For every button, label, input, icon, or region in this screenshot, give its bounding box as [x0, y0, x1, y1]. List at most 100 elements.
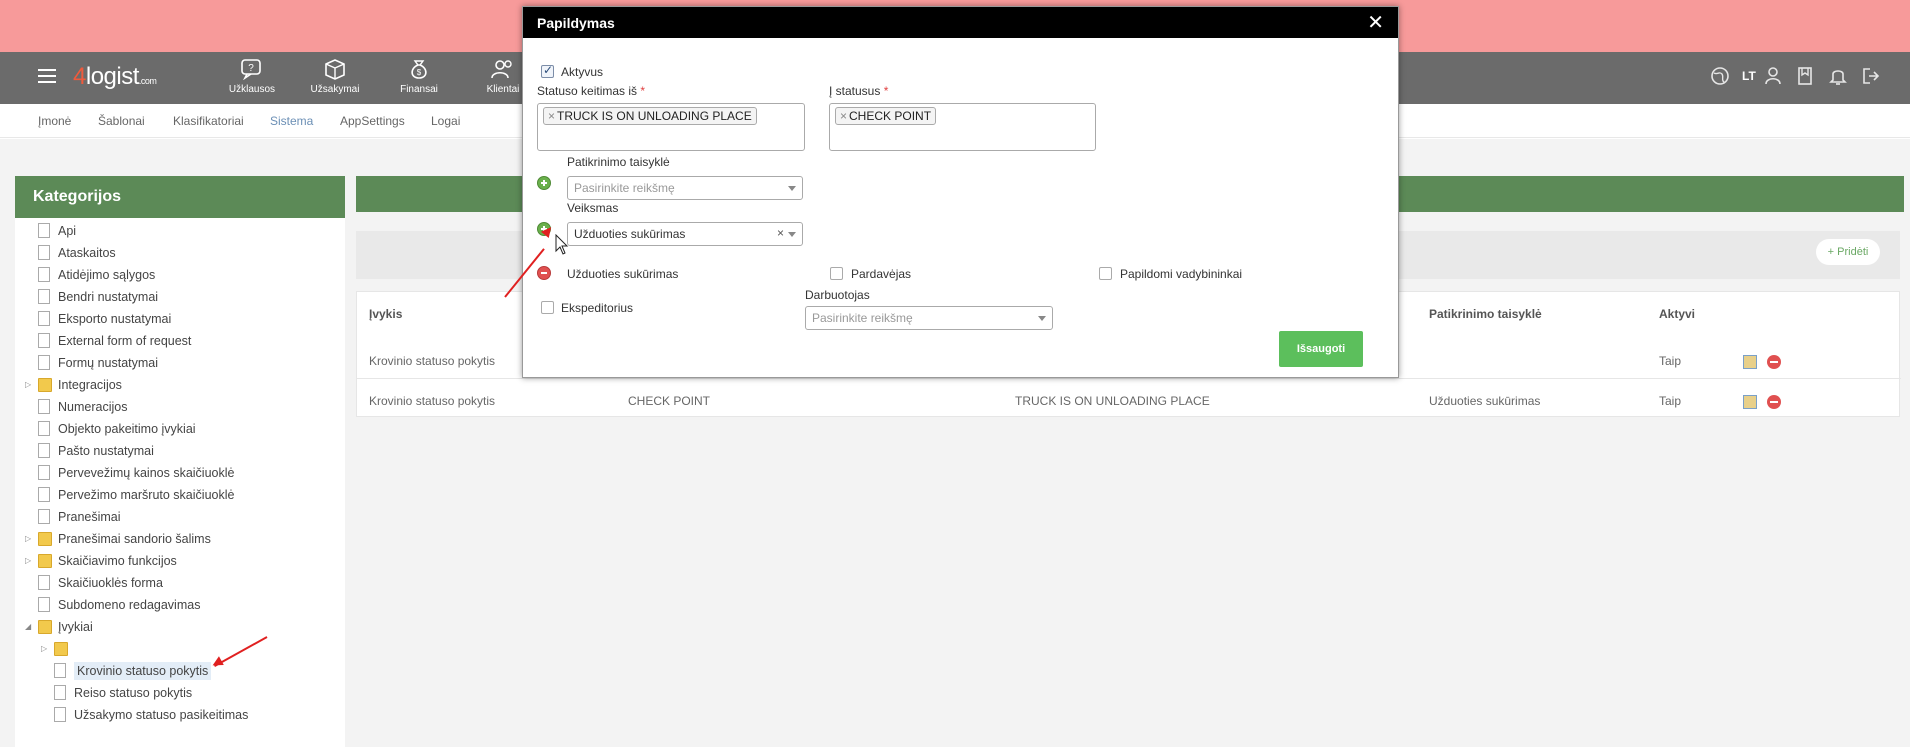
tree-item-krovinio-statuso[interactable]: Krovinio statuso pokytis [54, 660, 212, 682]
employee-select[interactable]: Pasirinkite reikšmę [805, 306, 1053, 330]
edit-icon[interactable] [1743, 395, 1757, 409]
users-icon [489, 58, 517, 82]
column-header-rule: Patikrinimo taisyklė [1429, 307, 1542, 321]
nav-item-finansai[interactable]: $ Finansai [384, 58, 454, 95]
tree-item-ataskaitos[interactable]: Ataskaitos [38, 242, 116, 264]
subnav-sistema[interactable]: Sistema [270, 114, 313, 128]
to-status-multiselect[interactable]: × CHECK POINT [829, 103, 1096, 151]
tree-item-pranesimai-salims[interactable]: ▷ Pranešimai sandorio šalims [25, 528, 211, 550]
bookmark-icon[interactable] [1797, 66, 1813, 91]
tree-item-formu-nustatymai[interactable]: Formų nustatymai [38, 352, 158, 374]
expand-toggle-icon[interactable]: ▷ [25, 550, 31, 572]
nav-item-uzklausos[interactable]: ? Užklausos [217, 58, 287, 95]
tree-item-atidejimo-salygos[interactable]: Atidėjimo sąlygos [38, 264, 155, 286]
document-icon [38, 421, 50, 437]
plus-icon: + [1827, 246, 1838, 258]
collapse-toggle-icon[interactable]: ◢ [25, 616, 31, 638]
document-icon [38, 223, 50, 239]
question-chat-icon: ? [238, 58, 266, 82]
to-status-label: Į statusus * [829, 84, 889, 98]
document-icon [38, 487, 50, 503]
tree-item-reiso-statuso[interactable]: Reiso statuso pokytis [54, 682, 192, 704]
folder-icon [38, 531, 52, 546]
forwarder-label: Ekspeditorius [561, 301, 634, 315]
document-icon [54, 707, 66, 723]
language-selector[interactable]: LT [1742, 69, 1756, 83]
globe-icon[interactable] [1710, 66, 1730, 91]
app-logo[interactable]: 4logist.com [73, 63, 157, 91]
document-icon [38, 311, 50, 327]
user-icon[interactable] [1764, 66, 1782, 91]
tree-item-unnamed-folder[interactable]: ▷ [41, 638, 74, 660]
remove-tag-icon[interactable]: × [548, 109, 555, 123]
tree-item-api[interactable]: Api [38, 220, 76, 242]
document-icon [38, 355, 50, 371]
tree-item-external-form[interactable]: External form of request [38, 330, 191, 352]
add-button[interactable]: + Pridėti [1816, 239, 1880, 265]
subnav-klasifikatoriai[interactable]: Klasifikatoriai [173, 114, 244, 128]
subnav-appsettings[interactable]: AppSettings [340, 114, 405, 128]
tree-item-bendri-nustatymai[interactable]: Bendri nustatymai [38, 286, 158, 308]
seller-checkbox[interactable] [830, 267, 843, 280]
additional-managers-checkbox[interactable] [1099, 267, 1112, 280]
box-icon [321, 58, 349, 82]
tree-item-uzsakymo-statuso[interactable]: Užsakymo statuso pasikeitimas [54, 704, 248, 726]
table-cell-event: Krovinio statuso pokytis [369, 394, 496, 408]
chevron-down-icon [788, 186, 796, 191]
document-icon [38, 597, 50, 613]
nav-item-uzsakymai[interactable]: Užsakymai [300, 58, 370, 95]
table-cell-active: Taip [1659, 354, 1682, 368]
tree-item-objekto-pakeitimo[interactable]: Objekto pakeitimo įvykiai [38, 418, 196, 440]
seller-label: Pardavėjas [851, 267, 912, 281]
subnav-sablonai[interactable]: Šablonai [98, 114, 145, 128]
column-header-event: Įvykis [369, 307, 403, 321]
forwarder-checkbox[interactable] [541, 301, 554, 314]
document-icon [54, 685, 66, 701]
remove-tag-icon[interactable]: × [840, 109, 847, 123]
edit-icon[interactable] [1743, 355, 1757, 369]
selected-status-tag: × CHECK POINT [835, 107, 937, 125]
delete-icon[interactable] [1767, 355, 1781, 369]
tree-item-ivykiai[interactable]: ◢ Įvykiai [25, 616, 93, 638]
subnav-logai[interactable]: Logai [431, 114, 460, 128]
tree-item-integracijos[interactable]: ▷ Integracijos [25, 374, 122, 396]
remove-action-icon[interactable] [537, 266, 551, 280]
tree-item-skaiciuokles-forma[interactable]: Skaičiuoklės forma [38, 572, 163, 594]
table-cell-from-status: TRUCK IS ON UNLOADING PLACE [1015, 394, 1210, 408]
expand-toggle-icon[interactable]: ▷ [25, 528, 31, 550]
tree-item-pranesimai[interactable]: Pranešimai [38, 506, 121, 528]
tree-item-marsruto-skaiciuokle[interactable]: Pervežimo maršruto skaičiuoklė [38, 484, 234, 506]
close-icon[interactable]: ✕ [1367, 13, 1384, 33]
add-rule-icon[interactable] [537, 176, 551, 190]
tree-item-pasto-nustatymai[interactable]: Pašto nustatymai [38, 440, 154, 462]
papildymas-modal: Papildymas ✕ Aktyvus Statuso keitimas iš… [522, 6, 1399, 378]
rule-select[interactable]: Pasirinkite reikšmę [567, 176, 803, 200]
from-status-multiselect[interactable]: × TRUCK IS ON UNLOADING PLACE [537, 103, 805, 151]
tree-item-kainos-skaiciuokle[interactable]: Pervevežimų kainos skaičiuoklė [38, 462, 234, 484]
tree-item-numeracijos[interactable]: Numeracijos [38, 396, 127, 418]
delete-icon[interactable] [1767, 395, 1781, 409]
expand-toggle-icon[interactable]: ▷ [41, 638, 47, 660]
folder-icon [38, 553, 52, 568]
document-icon [38, 333, 50, 349]
bell-icon[interactable] [1829, 66, 1847, 91]
expand-toggle-icon[interactable]: ▷ [25, 374, 31, 396]
tree-item-eksporto-nustatymai[interactable]: Eksporto nustatymai [38, 308, 171, 330]
document-icon [38, 509, 50, 525]
clear-selection-icon[interactable]: × [777, 226, 784, 240]
hamburger-menu-icon[interactable] [38, 69, 56, 83]
categories-sidebar: Kategorijos Api Ataskaitos Atidėjimo sąl… [15, 176, 345, 747]
action-select[interactable]: Užduoties sukūrimas × [567, 222, 803, 246]
save-button[interactable]: Išsaugoti [1279, 331, 1363, 367]
tree-item-skaiciavimo-funkcijos[interactable]: ▷ Skaičiavimo funkcijos [25, 550, 177, 572]
logout-icon[interactable] [1862, 66, 1880, 91]
subnav-imone[interactable]: Įmonė [38, 114, 71, 128]
table-cell-rule: Užduoties sukūrimas [1429, 394, 1541, 408]
tree-item-subdomeno[interactable]: Subdomeno redagavimas [38, 594, 200, 616]
document-icon [38, 267, 50, 283]
from-status-label: Statuso keitimas iš * [537, 84, 646, 98]
active-checkbox[interactable] [541, 63, 554, 78]
folder-icon [38, 377, 52, 392]
table-cell-event: Krovinio statuso pokytis [369, 354, 496, 368]
document-icon [54, 663, 66, 679]
